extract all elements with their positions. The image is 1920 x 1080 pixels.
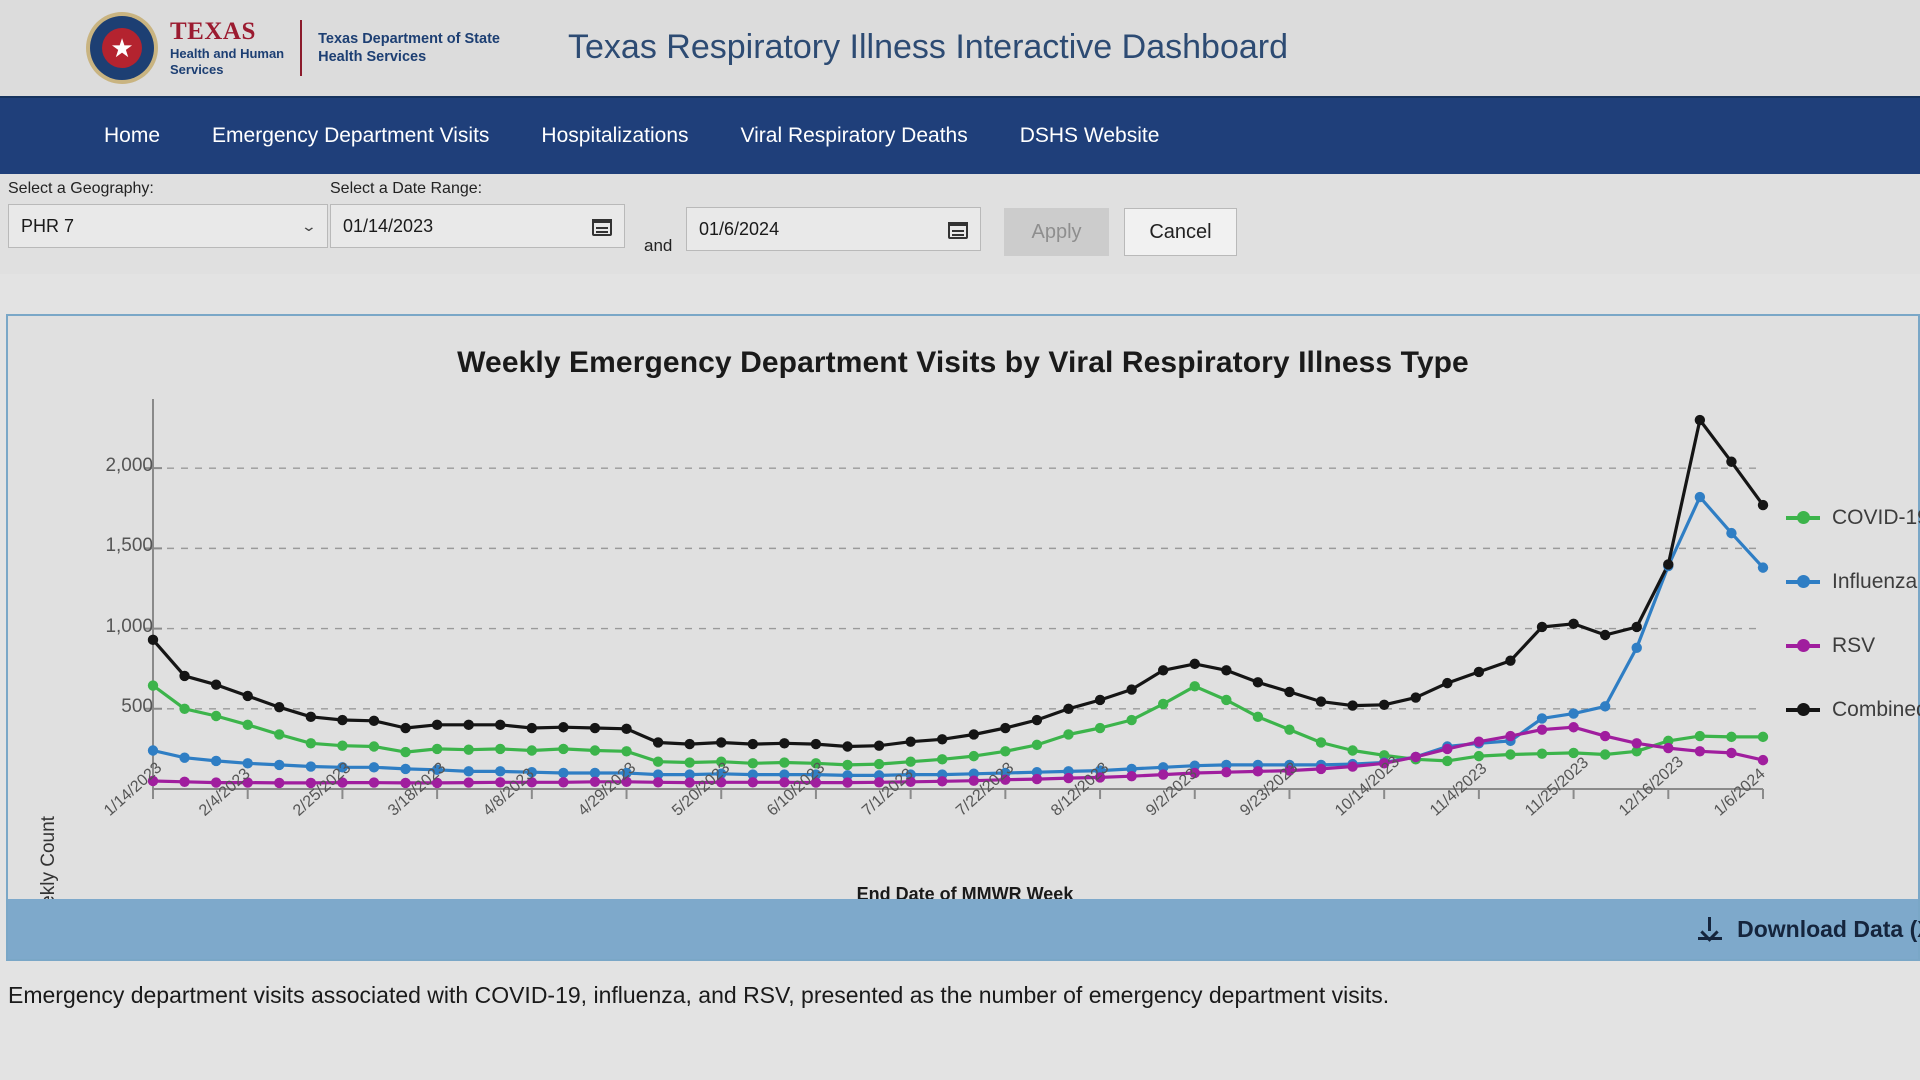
y-axis-tick-label: 1,000	[105, 615, 153, 637]
filter-bar: Select a Geography: PHR 7 ⌄ Select a Dat…	[0, 174, 1920, 274]
legend-swatch-rsv-icon	[1786, 639, 1820, 652]
legend-item-combined[interactable]: Combined	[1786, 678, 1920, 742]
texas-hhs-seal-icon: ★	[86, 12, 158, 84]
download-data-link[interactable]: Download Data (XLS	[1697, 916, 1920, 943]
legend-item-rsv[interactable]: RSV	[1786, 614, 1920, 678]
chart-plot-area: Weekly Count 500 1,000 1,500 2,000 1/14/202…	[8, 394, 1920, 934]
chart-panel: Weekly Emergency Department Visits by Vi…	[6, 314, 1920, 934]
nav-item-home[interactable]: Home	[104, 124, 160, 148]
download-icon	[1697, 916, 1723, 942]
hhs-wordmark: TEXAS Health and Human Services	[170, 17, 285, 78]
calendar-icon[interactable]	[948, 219, 968, 239]
nav-item-hospitalizations[interactable]: Hospitalizations	[541, 124, 688, 148]
hhs-subtitle: Health and Human Services	[170, 45, 285, 77]
apply-button[interactable]: Apply	[1004, 208, 1109, 256]
nav-item-dshs-website[interactable]: DSHS Website	[1020, 124, 1160, 148]
geography-field-group: Select a Geography: PHR 7 ⌄	[8, 180, 328, 248]
main-navigation: Home Emergency Department Visits Hospita…	[0, 96, 1920, 174]
cancel-button[interactable]: Cancel	[1124, 208, 1237, 256]
geography-select[interactable]: PHR 7 ⌄	[8, 204, 328, 248]
y-axis-tick-label: 500	[121, 695, 153, 717]
download-bar: Download Data (XLS	[6, 899, 1920, 961]
legend-label-rsv: RSV	[1832, 634, 1876, 657]
start-date-value: 01/14/2023	[343, 215, 434, 236]
download-data-label: Download Data (XLS	[1737, 915, 1920, 942]
legend-label-influenza: Influenza	[1832, 570, 1918, 593]
dshs-wordmark: Texas Department of State Health Services	[318, 30, 500, 65]
chart-title: Weekly Emergency Department Visits by Vi…	[457, 346, 1469, 379]
hhs-texas-label: TEXAS	[170, 17, 256, 45]
calendar-icon[interactable]	[592, 216, 612, 236]
legend-label-covid-19: COVID-19	[1832, 506, 1920, 529]
page-title: Texas Respiratory Illness Interactive Da…	[568, 28, 1288, 66]
star-icon: ★	[110, 33, 134, 63]
end-date-field-group: 01/6/2024	[686, 207, 981, 251]
footer-description: Emergency department visits associated w…	[8, 982, 1390, 1008]
date-range-conjunction: and	[644, 236, 673, 255]
legend-item-covid-19[interactable]: COVID-19	[1786, 486, 1920, 550]
agency-logo-block: ★ TEXAS Health and Human Services Texas D…	[86, 12, 500, 84]
legend-swatch-influenza-icon	[1786, 575, 1820, 588]
y-axis-ticks: 500 1,000 1,500 2,000	[58, 394, 153, 754]
geography-select-value: PHR 7	[21, 215, 75, 236]
legend-swatch-covid-icon	[1786, 511, 1820, 524]
end-date-value: 01/6/2024	[699, 218, 780, 239]
nav-item-emergency-department-visits[interactable]: Emergency Department Visits	[212, 124, 489, 148]
date-range-field-group: Select a Date Range: 01/14/2023	[330, 180, 625, 248]
chevron-down-icon: ⌄	[300, 217, 318, 234]
y-axis-tick-label: 2,000	[105, 455, 153, 477]
chart-legend: COVID-19 Influenza RSV Combined	[1786, 486, 1920, 742]
geography-label: Select a Geography:	[8, 180, 154, 197]
legend-label-combined: Combined	[1832, 698, 1920, 721]
end-date-input[interactable]: 01/6/2024	[686, 207, 981, 251]
brand-header: ★ TEXAS Health and Human Services Texas D…	[0, 0, 1920, 96]
y-axis-tick-label: 1,500	[105, 535, 153, 557]
nav-item-viral-respiratory-deaths[interactable]: Viral Respiratory Deaths	[741, 124, 968, 148]
start-date-input[interactable]: 01/14/2023	[330, 204, 625, 248]
legend-swatch-combined-icon	[1786, 703, 1820, 716]
date-range-label: Select a Date Range:	[330, 180, 483, 197]
logo-divider	[300, 20, 303, 76]
legend-item-influenza[interactable]: Influenza	[1786, 550, 1920, 614]
